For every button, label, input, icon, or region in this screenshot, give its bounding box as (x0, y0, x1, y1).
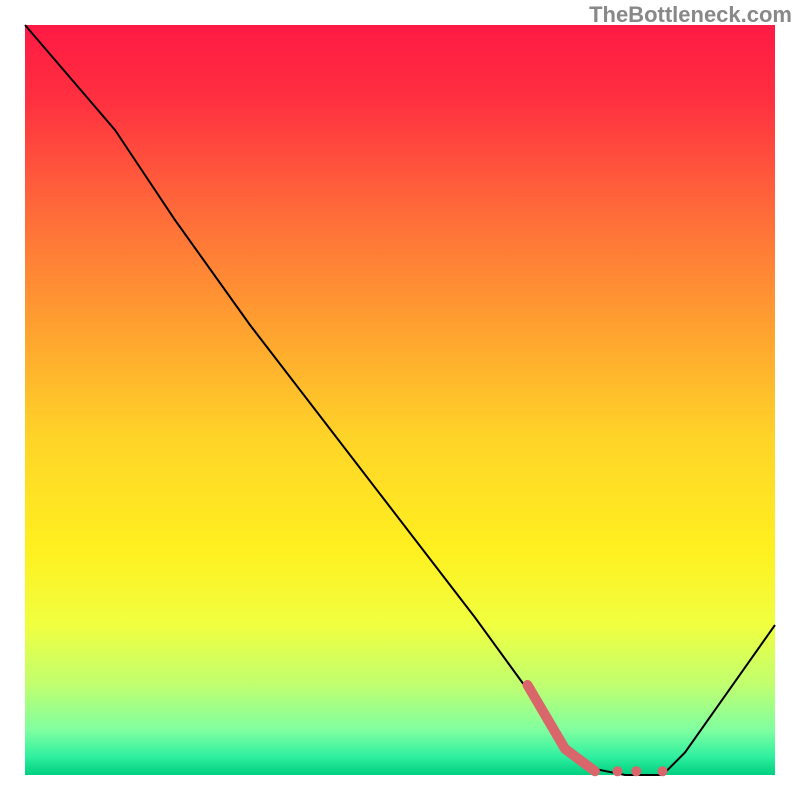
highlight-dot (658, 766, 668, 776)
plot-background (25, 25, 775, 775)
watermark-text: TheBottleneck.com (589, 2, 792, 28)
highlight-dot (631, 766, 641, 776)
chart-svg (0, 0, 800, 800)
chart-container: TheBottleneck.com (0, 0, 800, 800)
highlight-dot (613, 766, 623, 776)
